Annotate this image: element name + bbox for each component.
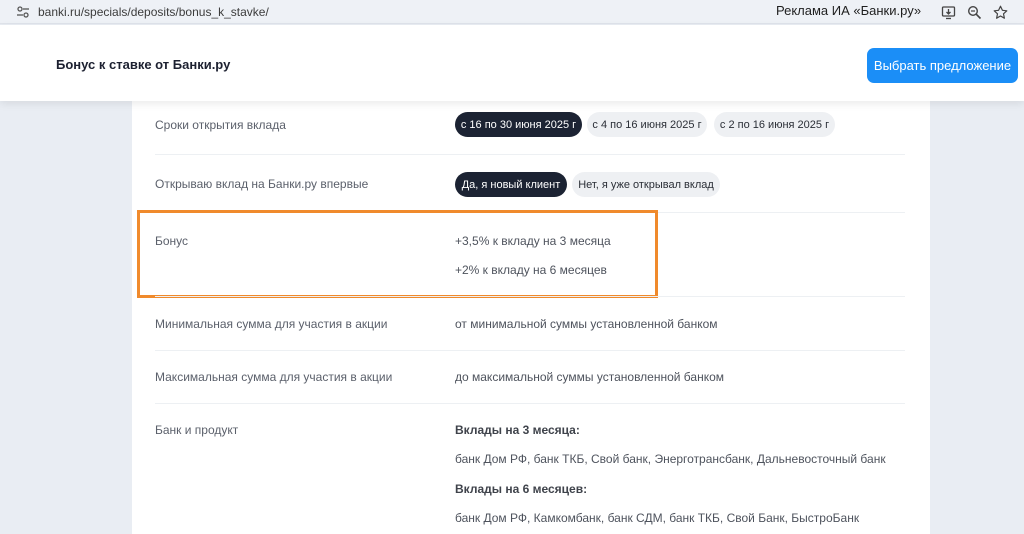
- bank-product-label: Банк и продукт: [155, 423, 239, 437]
- period-option-3[interactable]: с 2 по 16 июня 2025 г: [714, 112, 835, 137]
- bonus-highlight-frame: [137, 210, 658, 298]
- bookmark-star-icon[interactable]: [992, 4, 1008, 20]
- divider: [155, 296, 905, 297]
- min-sum-value: от минимальной суммы установленной банко…: [455, 317, 718, 331]
- choose-offer-button[interactable]: Выбрать предложение: [867, 48, 1018, 83]
- ad-label: Реклама ИА «Банки.ру»: [776, 3, 922, 18]
- new-client-option[interactable]: Да, я новый клиент: [455, 172, 567, 197]
- install-app-icon[interactable]: [940, 4, 956, 20]
- group-banks-6-months: банк Дом РФ, Камкомбанк, банк СДМ, банк …: [455, 511, 860, 525]
- min-sum-label: Минимальная сумма для участия в акции: [155, 317, 388, 331]
- divider: [155, 350, 905, 351]
- group-heading-3-months: Вклады на 3 месяца:: [455, 423, 580, 437]
- page-title: Бонус к ставке от Банки.ру: [56, 57, 231, 72]
- first-time-label: Открываю вклад на Банки.ру впервые: [155, 177, 369, 191]
- page-header: Бонус к ставке от Банки.ру Выбрать предл…: [0, 25, 1024, 101]
- period-option-2[interactable]: с 4 по 16 июня 2025 г: [587, 112, 707, 137]
- zoom-icon[interactable]: [966, 4, 982, 20]
- site-settings-icon[interactable]: [16, 5, 30, 19]
- max-sum-label: Максимальная сумма для участия в акции: [155, 370, 393, 384]
- browser-address-bar: banki.ru/specials/deposits/bonus_k_stavk…: [0, 0, 1024, 24]
- period-label: Сроки открытия вклада: [155, 118, 286, 132]
- period-option-1[interactable]: с 16 по 30 июня 2025 г: [455, 112, 582, 137]
- url-text[interactable]: banki.ru/specials/deposits/bonus_k_stavk…: [38, 5, 269, 19]
- divider: [155, 154, 905, 155]
- group-banks-3-months: банк Дом РФ, банк ТКБ, Свой банк, Энерго…: [455, 452, 886, 466]
- divider: [155, 403, 905, 404]
- max-sum-value: до максимальной суммы установленной банк…: [455, 370, 725, 384]
- group-heading-6-months: Вклады на 6 месяцев:: [455, 482, 588, 496]
- existing-client-option[interactable]: Нет, я уже открывал вклад: [572, 172, 720, 197]
